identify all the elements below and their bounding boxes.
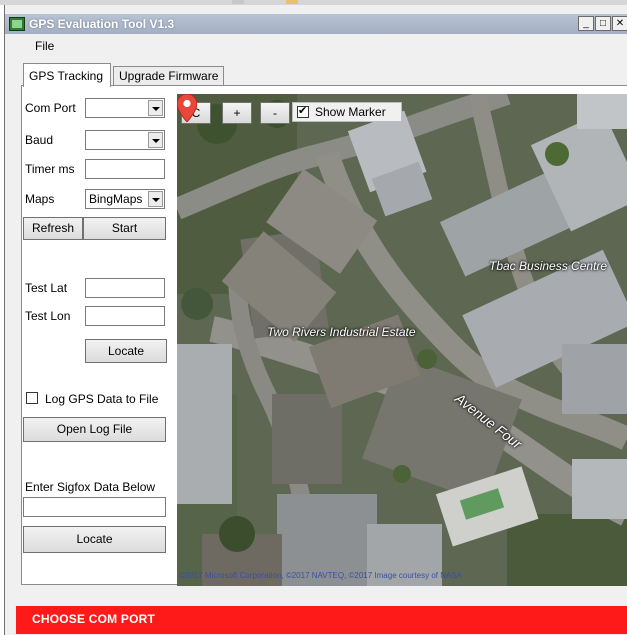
chevron-down-icon[interactable] bbox=[148, 191, 163, 207]
log-gps-label: Log GPS Data to File bbox=[45, 392, 159, 406]
test-lat-label: Test Lat bbox=[25, 281, 68, 295]
chevron-down-icon[interactable] bbox=[148, 100, 163, 116]
sigfox-input[interactable] bbox=[23, 497, 166, 517]
zoom-in-button[interactable]: + bbox=[222, 102, 252, 124]
menu-bar: File bbox=[5, 37, 627, 57]
chevron-down-icon[interactable] bbox=[148, 132, 163, 148]
window-title: GPS Evaluation Tool V1.3 bbox=[29, 17, 175, 31]
map-label-business-centre: Tbac Business Centre bbox=[489, 259, 608, 273]
refresh-button[interactable]: Refresh bbox=[23, 217, 83, 240]
location-marker-icon[interactable] bbox=[177, 94, 197, 122]
maps-select[interactable]: BingMaps bbox=[85, 189, 165, 209]
maximize-button[interactable]: □ bbox=[595, 16, 611, 31]
show-marker-toggle[interactable]: Show Marker bbox=[292, 102, 402, 122]
sigfox-label: Enter Sigfox Data Below bbox=[25, 480, 156, 494]
status-text: CHOOSE COM PORT bbox=[32, 612, 156, 626]
maps-value: BingMaps bbox=[89, 192, 143, 206]
timer-label: Timer ms bbox=[25, 162, 75, 176]
map-copyright: ©2017 Microsoft Corporation, ©2017 NAVTE… bbox=[179, 571, 462, 580]
zoom-out-button[interactable]: - bbox=[260, 102, 290, 124]
open-log-file-button[interactable]: Open Log File bbox=[23, 417, 166, 442]
app-icon bbox=[9, 17, 25, 31]
map-view[interactable]: C + - Show Marker Tbac Business Centre T… bbox=[177, 94, 627, 586]
sigfox-locate-button[interactable]: Locate bbox=[23, 526, 166, 553]
taskbar-fragment bbox=[286, 0, 298, 4]
test-lon-input[interactable] bbox=[85, 306, 165, 326]
status-bar: CHOOSE COM PORT bbox=[16, 606, 627, 634]
show-marker-label: Show Marker bbox=[315, 105, 386, 119]
maps-label: Maps bbox=[25, 192, 55, 206]
timer-input[interactable] bbox=[85, 159, 165, 179]
baud-select[interactable] bbox=[85, 130, 165, 150]
close-button[interactable]: ✕ bbox=[612, 16, 627, 31]
locate-button[interactable]: Locate bbox=[85, 339, 167, 363]
menu-file[interactable]: File bbox=[35, 39, 54, 53]
tab-gps-tracking[interactable]: GPS Tracking bbox=[23, 63, 111, 87]
aerial-imagery bbox=[177, 94, 627, 586]
com-port-select[interactable] bbox=[85, 98, 165, 118]
tab-upgrade-firmware[interactable]: Upgrade Firmware bbox=[113, 66, 224, 86]
show-marker-checkbox[interactable] bbox=[297, 104, 309, 118]
start-button[interactable]: Start bbox=[83, 217, 166, 240]
title-bar[interactable]: GPS Evaluation Tool V1.3 _ □ ✕ bbox=[5, 14, 627, 34]
log-gps-checkbox[interactable] bbox=[26, 392, 38, 404]
baud-label: Baud bbox=[25, 133, 54, 147]
test-lat-input[interactable] bbox=[85, 278, 165, 298]
app-window: GPS Evaluation Tool V1.3 _ □ ✕ File GPS … bbox=[4, 5, 627, 635]
taskbar-fragment bbox=[232, 0, 244, 4]
test-lon-label: Test Lon bbox=[25, 309, 71, 323]
map-label-industrial-estate: Two Rivers Industrial Estate bbox=[267, 325, 416, 339]
com-port-label: Com Port bbox=[25, 101, 76, 115]
minimize-button[interactable]: _ bbox=[578, 16, 594, 31]
